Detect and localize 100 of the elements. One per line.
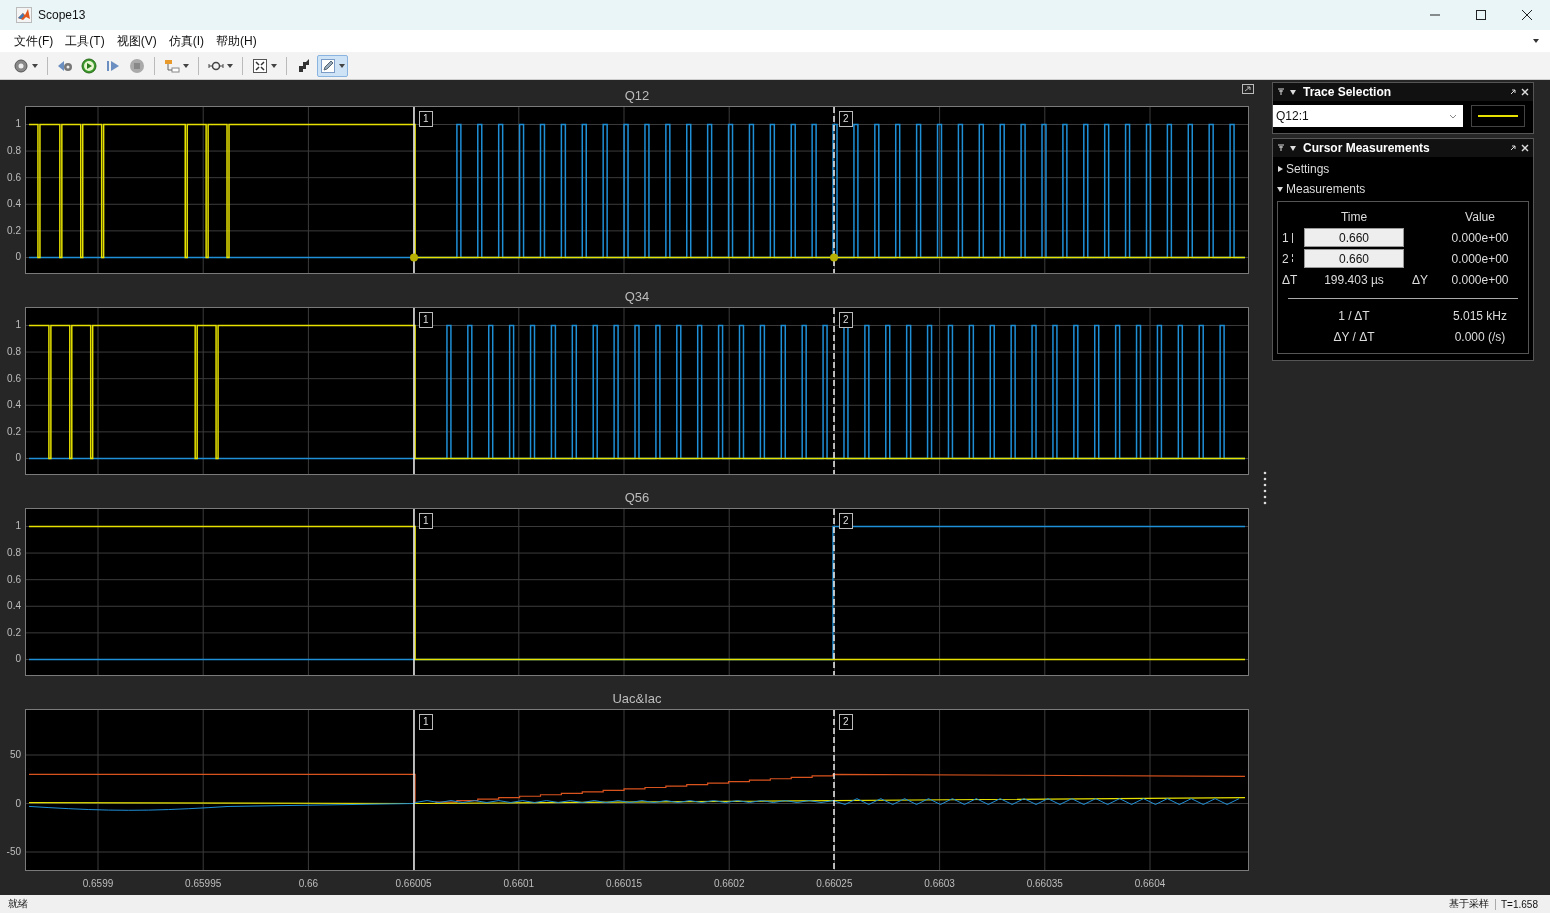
- dashed-cursor-icon: [1290, 253, 1294, 264]
- status-text: 就绪: [8, 897, 28, 911]
- x-tick-label: 0.6604: [1133, 878, 1167, 889]
- y-tick-label: 0: [15, 251, 21, 264]
- caret-icon: [227, 63, 233, 68]
- x-tick-label: 0.65995: [184, 878, 223, 889]
- cursor-label[interactable]: 2: [839, 714, 853, 730]
- maximize-icon: [1475, 9, 1487, 21]
- caret-icon: [32, 63, 38, 68]
- y-tick-label: 50: [9, 749, 21, 761]
- y-tick-label: 0.4: [7, 600, 21, 613]
- fit-to-view-icon: [252, 57, 268, 74]
- x-tick-label: 0.6601: [502, 878, 536, 889]
- x-tick-label: 0.6603: [923, 878, 956, 889]
- x-tick-label: 0.66: [297, 878, 320, 889]
- delta-label: ΔY: [1411, 271, 1429, 289]
- undock-icon[interactable]: [1509, 88, 1517, 96]
- x-tick-label: 0.66025: [815, 878, 854, 889]
- y-tick-label: 0.2: [7, 425, 21, 438]
- y-tick-label: 0: [15, 452, 21, 465]
- y-tick-label: 0: [15, 797, 21, 810]
- column-header: Time: [1339, 208, 1369, 226]
- cursor-label[interactable]: 1: [419, 312, 433, 328]
- undock-icon[interactable]: [1242, 84, 1254, 94]
- x-tick-label: 0.66015: [604, 878, 644, 889]
- stacked-arrow-icon: [296, 57, 312, 74]
- delta-time: 199.403 µs: [1323, 271, 1385, 289]
- plot-title: Uac&Iac: [612, 690, 662, 706]
- close-icon: [1521, 9, 1533, 21]
- cursor-label[interactable]: 2: [839, 312, 853, 328]
- menu-item[interactable]: 帮助(H): [210, 32, 263, 50]
- panel-title: Trace Selection: [1303, 85, 1392, 99]
- cursor-marker: [830, 253, 838, 262]
- column-header: Value: [1464, 208, 1496, 226]
- collapse-icon[interactable]: [1289, 88, 1297, 96]
- y-tick-label: 0.6: [7, 171, 21, 184]
- measurement-value: 0.000 (/s): [1453, 328, 1507, 346]
- cursor-line[interactable]: [833, 508, 835, 676]
- measurement-label: 1 / ΔT: [1337, 307, 1371, 325]
- section-toggle[interactable]: Settings: [1277, 159, 1529, 179]
- y-tick-label: 1: [15, 520, 21, 533]
- undock-icon[interactable]: [1509, 144, 1517, 152]
- menu-item[interactable]: 仿真(I): [162, 32, 210, 50]
- x-tick-label: 0.66005: [394, 878, 433, 889]
- y-tick-label: 0: [15, 653, 21, 666]
- collapse-icon[interactable]: [1289, 144, 1297, 152]
- x-tick-label: 0.66035: [1025, 878, 1064, 889]
- menu-item[interactable]: 视图(V): [110, 32, 163, 50]
- plot-title: Q56: [624, 489, 650, 505]
- cursor-line[interactable]: [833, 709, 835, 871]
- pin-icon[interactable]: [1277, 88, 1285, 96]
- y-tick-label: -50: [6, 846, 21, 858]
- close-icon[interactable]: [1521, 88, 1529, 96]
- plot-title: Q34: [624, 288, 650, 304]
- sample-mode: 基于采样: [1449, 897, 1489, 911]
- cursor-marker: [410, 253, 418, 262]
- y-tick-label: 0.6: [7, 573, 21, 586]
- caret-icon[interactable]: [1532, 38, 1540, 44]
- delta-value: 0.000e+00: [1450, 271, 1510, 289]
- y-tick-label: 0.8: [7, 547, 21, 560]
- x-tick-label: 0.6602: [712, 878, 746, 889]
- cursor-label[interactable]: 2: [839, 513, 853, 529]
- cursor-label[interactable]: 1: [419, 714, 433, 730]
- cursor-label[interactable]: 1: [419, 513, 433, 529]
- play-icon: [81, 57, 97, 74]
- y-tick-label: 0.2: [7, 224, 21, 237]
- measurement-label: ΔY / ΔT: [1332, 328, 1376, 346]
- time-field[interactable]: 0.660: [1304, 228, 1404, 247]
- cursor-number: 2: [1282, 251, 1289, 266]
- menu-item[interactable]: 文件(F): [8, 32, 60, 50]
- window-title: Scope13: [38, 8, 86, 22]
- y-tick-label: 0.6: [7, 372, 21, 385]
- delta-label: ΔT: [1282, 271, 1299, 289]
- cursor-label[interactable]: 2: [839, 111, 853, 127]
- cursor-line[interactable]: [833, 307, 835, 475]
- solid-cursor-icon: [1290, 232, 1294, 243]
- cursor-label[interactable]: 1: [419, 111, 433, 127]
- time-field[interactable]: 0.660: [1304, 249, 1404, 268]
- chevron-down-icon: [1449, 113, 1457, 119]
- caret-icon: [183, 63, 189, 68]
- pin-icon[interactable]: [1277, 144, 1285, 152]
- y-tick-label: 1: [15, 319, 21, 332]
- x-tick-label: 0.6599: [81, 878, 115, 889]
- line-style-swatch[interactable]: [1471, 105, 1525, 127]
- menu-item[interactable]: 工具(T): [59, 32, 111, 50]
- cursor-value: 0.000e+00: [1450, 229, 1510, 247]
- y-tick-label: 0.2: [7, 626, 21, 639]
- close-icon[interactable]: [1521, 144, 1529, 152]
- y-tick-label: 0.4: [7, 198, 21, 211]
- trace-dropdown[interactable]: Q12:1: [1273, 105, 1463, 127]
- cursor-number: 1: [1282, 230, 1289, 245]
- y-tick-label: 0.8: [7, 346, 21, 359]
- caret-icon: [339, 63, 345, 68]
- splitter-handle-icon[interactable]: [1263, 469, 1267, 506]
- y-tick-label: 0.4: [7, 399, 21, 412]
- section-toggle[interactable]: Measurements: [1277, 179, 1529, 199]
- cursor-line[interactable]: [833, 106, 835, 274]
- toolbar-button[interactable]: [317, 54, 348, 77]
- measurement-value: 5.015 kHz: [1452, 307, 1508, 325]
- y-tick-label: 0.8: [7, 145, 21, 158]
